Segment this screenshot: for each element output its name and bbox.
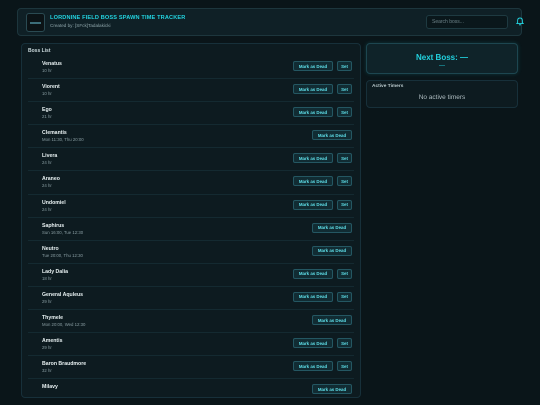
boss-row: Clemantis Mon 11:30, Thu 20:00 Mark as Dea…	[28, 125, 354, 149]
mark-as-dead-button[interactable]: Mark as Dead	[293, 338, 333, 349]
boss-row: Livera 24 hr Mark as Dead Set	[28, 148, 354, 172]
boss-row: Araneo 24 hr Mark as Dead Set	[28, 171, 354, 195]
boss-name: Livera	[42, 153, 58, 160]
boss-row: Viorent 10 hr Mark as Dead Set	[28, 79, 354, 103]
active-timers-title: Active Timers	[372, 84, 404, 89]
set-button[interactable]: Set	[337, 107, 352, 118]
boss-name: Viorent	[42, 84, 60, 91]
boss-name: Clemantis	[42, 130, 67, 137]
boss-name: Thymele	[42, 315, 64, 322]
boss-row: Venatus 10 hr Mark as Dead Set	[28, 56, 354, 80]
boss-respawn-info: 18 hr	[42, 275, 52, 281]
boss-name: Neutro	[42, 245, 59, 252]
set-button[interactable]: Set	[337, 176, 352, 187]
boss-respawn-info: 24 hr	[42, 206, 52, 212]
app-header: LORDNINE FIELD BOSS SPAWN TIME TRACKER C…	[17, 8, 525, 36]
set-button[interactable]: Set	[337, 361, 352, 372]
mark-as-dead-button[interactable]: Mark as Dead	[293, 107, 333, 118]
boss-name: Araneo	[42, 176, 60, 183]
mark-as-dead-button[interactable]: Mark as Dead	[293, 291, 333, 302]
mark-as-dead-button[interactable]: Mark as Dead	[293, 61, 333, 71]
boss-name: Milavy	[42, 384, 58, 391]
boss-respawn-info: 29 hr	[42, 345, 52, 351]
boss-name: Venatus	[42, 61, 62, 67]
set-button[interactable]: Set	[337, 268, 352, 279]
boss-respawn-info: 10 hr	[42, 91, 52, 97]
boss-name: Undomiel	[42, 199, 66, 206]
active-timers-empty: No active timers	[418, 94, 466, 101]
boss-respawn-info: 24 hr	[42, 183, 52, 189]
mark-as-dead-button[interactable]: Mark as Dead	[293, 268, 333, 279]
boss-respawn-info: 29 hr	[42, 298, 52, 304]
boss-name: Saphirus	[42, 222, 65, 229]
boss-list[interactable]: Venatus 10 hr Mark as Dead Set Viorent 10 hr M…	[22, 56, 360, 397]
mark-as-dead-button[interactable]: Mark as Dead	[293, 84, 333, 95]
boss-respawn-info: Mon 11:30, Thu 20:00	[42, 137, 84, 143]
set-button[interactable]: Set	[337, 61, 352, 71]
set-button[interactable]: Set	[337, 291, 352, 302]
boss-row: Lady Dalia 18 hr Mark as Dead Set	[28, 264, 354, 287]
boss-respawn-info: 10 hr	[42, 68, 52, 73]
mark-as-dead-button[interactable]: Mark as Dead	[312, 130, 352, 141]
boss-row: Saphirus Sun 16:00, Tue 12:30 Mark as Dead	[28, 218, 354, 241]
next-boss-title: Next Boss: —	[415, 53, 468, 62]
boss-row: Milavy Mark as Dead	[28, 379, 354, 397]
boss-respawn-info: Sun 16:00, Tue 12:30	[42, 229, 84, 235]
boss-row: Thymele Mon 20:00, Wed 12:30 Mark as Dead	[28, 310, 354, 334]
mark-as-dead-button[interactable]: Mark as Dead	[293, 153, 333, 164]
boss-row: Amentis 29 hr Mark as Dead Set	[28, 333, 354, 357]
mark-as-dead-button[interactable]: Mark as Dead	[293, 361, 333, 372]
set-button[interactable]: Set	[337, 199, 352, 210]
boss-respawn-info: 21 hr	[42, 114, 52, 120]
app-subtitle: Created by: [SFck]Tadalakicki	[50, 22, 111, 28]
boss-name: General Aquleus	[42, 291, 84, 298]
set-button[interactable]: Set	[337, 338, 352, 349]
mark-as-dead-button[interactable]: Mark as Dead	[293, 176, 333, 187]
active-timers-panel: Active Timers No active timers	[366, 80, 518, 108]
boss-respawn-info: Mon 20:00, Wed 12:30	[42, 322, 86, 328]
boss-respawn-info: 32 hr	[42, 368, 52, 374]
boss-row: Ego 21 hr Mark as Dead Set	[28, 102, 354, 126]
next-boss-panel: Next Boss: — —	[366, 43, 518, 74]
boss-respawn-info: Tue 20:00, Thu 12:30	[42, 252, 83, 258]
boss-list-title: Boss List	[28, 48, 51, 54]
next-boss-subtitle: —	[439, 63, 445, 69]
boss-name: Baron Braudmore	[42, 361, 87, 368]
boss-row: Undomiel 24 hr Mark as Dead Set	[28, 195, 354, 218]
boss-name: Lady Dalia	[42, 268, 68, 275]
mark-as-dead-button[interactable]: Mark as Dead	[312, 245, 352, 256]
boss-name: Amentis	[42, 338, 63, 345]
search-input[interactable]	[426, 15, 508, 29]
app-titles: LORDNINE FIELD BOSS SPAWN TIME TRACKER C…	[50, 14, 186, 28]
mark-as-dead-button[interactable]: Mark as Dead	[312, 384, 352, 395]
mark-as-dead-button[interactable]: Mark as Dead	[312, 315, 352, 326]
set-button[interactable]: Set	[337, 84, 352, 95]
boss-list-panel: Boss List Venatus 10 hr Mark as Dead Set Vio…	[21, 43, 361, 398]
boss-row: General Aquleus 29 hr Mark as Dead Set	[28, 287, 354, 311]
mark-as-dead-button[interactable]: Mark as Dead	[312, 222, 352, 233]
mark-as-dead-button[interactable]: Mark as Dead	[293, 199, 333, 210]
set-button[interactable]: Set	[337, 153, 352, 164]
boss-name: Ego	[42, 107, 52, 114]
boss-respawn-info: 24 hr	[42, 160, 52, 166]
bell-icon[interactable]	[514, 16, 525, 27]
boss-row: Baron Braudmore 32 hr Mark as Dead Set	[28, 356, 354, 380]
app-logo	[26, 12, 45, 32]
boss-row: Neutro Tue 20:00, Thu 12:30 Mark as Dead	[28, 241, 354, 264]
app-title: LORDNINE FIELD BOSS SPAWN TIME TRACKER	[50, 14, 186, 21]
